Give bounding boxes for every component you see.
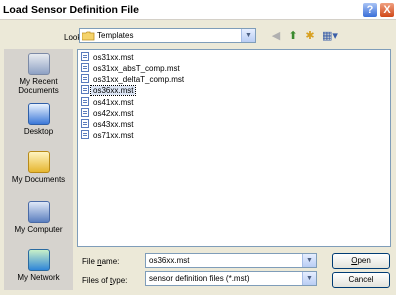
- file-icon: [81, 130, 89, 139]
- file-name: os31xx.mst: [93, 53, 134, 62]
- file-type-label-prefix: Files of: [82, 276, 111, 285]
- place-label: My Computer: [14, 225, 63, 234]
- window-title: Load Sensor Definition File: [3, 4, 139, 16]
- load-sensor-definition-dialog: Load Sensor Definition File ? X Look in:…: [0, 0, 396, 292]
- chevron-down-icon[interactable]: ▼: [302, 272, 316, 285]
- place-label: Desktop: [23, 127, 54, 136]
- file-item[interactable]: os42xx.mst: [81, 108, 135, 118]
- close-button[interactable]: X: [379, 2, 395, 18]
- title-bar[interactable]: Load Sensor Definition File ? X: [0, 0, 396, 20]
- file-item-selected[interactable]: os36xx.mst: [81, 85, 137, 96]
- file-icon: [81, 85, 89, 94]
- file-name: os43xx.mst: [93, 120, 134, 129]
- place-my-documents[interactable]: My Documents: [4, 149, 73, 197]
- file-name: os42xx.mst: [93, 109, 134, 118]
- look-in-value: Templates: [97, 31, 134, 40]
- back-icon[interactable]: ◀: [268, 28, 284, 44]
- file-icon: [81, 97, 89, 106]
- file-name-input[interactable]: [146, 254, 296, 267]
- file-icon: [81, 119, 89, 128]
- file-name-label: File name:: [82, 257, 119, 266]
- chevron-down-icon[interactable]: ▼: [302, 254, 316, 267]
- folder-icon: [82, 31, 95, 41]
- file-item[interactable]: os31xx.mst: [81, 52, 135, 62]
- recent-documents-icon: [27, 53, 50, 75]
- up-folder-icon[interactable]: ⬆: [285, 28, 301, 44]
- file-name-label-suffix: ame:: [101, 257, 120, 266]
- my-documents-icon: [27, 151, 50, 173]
- views-menu-icon[interactable]: ▦▾: [320, 28, 340, 44]
- file-name: os36xx.mst: [89, 85, 137, 96]
- file-name: os71xx.mst: [93, 131, 134, 140]
- open-label: pen: [357, 256, 371, 265]
- my-network-icon: [27, 249, 50, 271]
- desktop-icon: [27, 103, 50, 125]
- file-item[interactable]: os31xx_deltaT_comp.mst: [81, 74, 186, 84]
- look-in-dropdown[interactable]: Templates ▼: [79, 28, 256, 43]
- chevron-down-icon[interactable]: ▼: [241, 29, 255, 42]
- file-name-label-prefix: File: [82, 257, 98, 266]
- file-icon: [81, 108, 89, 117]
- file-list[interactable]: os31xx.mst os31xx_absT_comp.mst os31xx_d…: [77, 49, 391, 247]
- places-bar: My Recent Documents Desktop My Documents…: [4, 49, 73, 290]
- place-label: My Documents: [11, 175, 66, 184]
- place-desktop[interactable]: Desktop: [4, 101, 73, 149]
- file-item[interactable]: os43xx.mst: [81, 119, 135, 129]
- file-name: os31xx_deltaT_comp.mst: [93, 75, 185, 84]
- new-folder-icon[interactable]: ✱: [302, 28, 318, 44]
- file-type-label: Files of type:: [82, 276, 127, 285]
- place-my-network[interactable]: My Network: [4, 247, 73, 295]
- file-type-value: sensor definition files (*.mst): [149, 274, 250, 283]
- place-label: My Recent Documents: [18, 77, 59, 95]
- cancel-button[interactable]: Cancel: [332, 272, 390, 288]
- place-label: My Network: [17, 273, 60, 282]
- file-icon: [81, 74, 89, 83]
- my-computer-icon: [27, 201, 50, 223]
- file-type-select[interactable]: sensor definition files (*.mst) ▼: [145, 271, 317, 286]
- help-button[interactable]: ?: [362, 2, 378, 18]
- file-name-combobox[interactable]: ▼: [145, 253, 317, 268]
- file-type-label-suffix: ype:: [112, 276, 128, 285]
- file-icon: [81, 63, 89, 72]
- place-my-computer[interactable]: My Computer: [4, 199, 73, 247]
- file-name: os31xx_absT_comp.mst: [93, 64, 180, 73]
- file-icon: [81, 52, 89, 61]
- open-button[interactable]: Open: [332, 253, 390, 269]
- file-item[interactable]: os71xx.mst: [81, 130, 135, 140]
- file-name: os41xx.mst: [93, 98, 134, 107]
- place-my-recent-documents[interactable]: My Recent Documents: [4, 51, 73, 99]
- file-item[interactable]: os41xx.mst: [81, 97, 135, 107]
- file-item[interactable]: os31xx_absT_comp.mst: [81, 63, 182, 73]
